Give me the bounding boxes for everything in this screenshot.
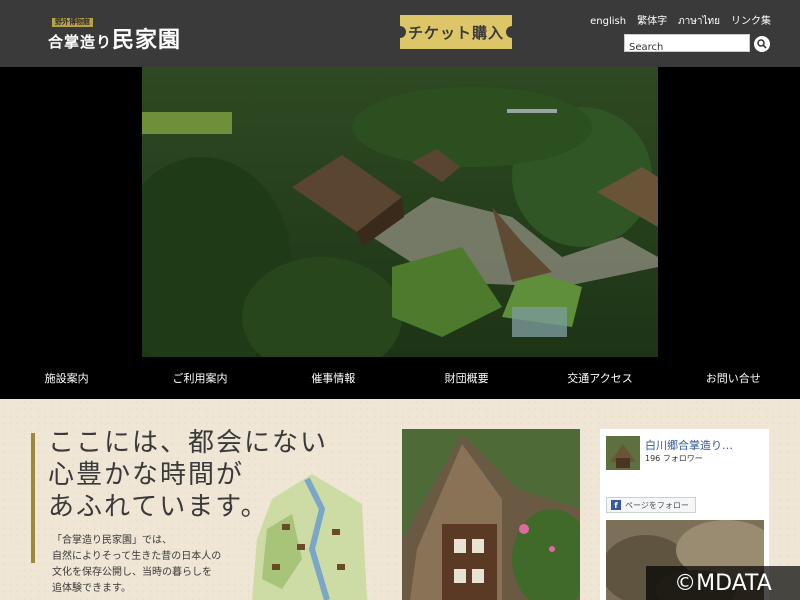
logo-badge: 野外博物館 (52, 18, 93, 27)
illustrated-map (252, 469, 370, 600)
facebook-icon: f (611, 500, 621, 510)
site-header: 野外博物館 合掌造り民家園 チケット購入 english 繁体字 ภาษาไทย… (0, 0, 800, 67)
nav-events[interactable]: 催事情報 (267, 357, 400, 399)
language-links: english 繁体字 ภาษาไทย リンク集 (590, 15, 771, 29)
search-icon (757, 39, 767, 49)
facebook-follow-label: ページをフォロー (625, 500, 689, 510)
nav-contact[interactable]: お問い合せ (667, 357, 800, 399)
links-page-link[interactable]: リンク集 (731, 15, 771, 29)
facebook-page-name[interactable]: 白川郷合掌造り… (645, 437, 733, 453)
facebook-follow-button[interactable]: f ページをフォロー (606, 497, 696, 513)
search-input[interactable] (625, 39, 749, 56)
nav-facility-guide[interactable]: 施設案内 (0, 357, 133, 399)
copyright-watermark: ©MDATA (646, 566, 800, 600)
nav-foundation-overview[interactable]: 財団概要 (400, 357, 533, 399)
facebook-page-avatar[interactable] (606, 436, 640, 470)
thatched-house-image (402, 429, 592, 600)
logo-text: 合掌造り民家園 (48, 27, 182, 53)
lang-english-link[interactable]: english (590, 15, 626, 29)
search-box (624, 34, 750, 56)
intro-body: 「合掌造り民家園」では、 自然によりそって生きた昔の日本人の 文化を保存公開し、… (52, 535, 222, 594)
accent-bar (31, 433, 35, 563)
nav-usage-guide[interactable]: ご利用案内 (133, 357, 266, 399)
lang-traditional-chinese-link[interactable]: 繁体字 (637, 15, 667, 29)
hero-village-photo (142, 67, 658, 357)
nav-access[interactable]: 交通アクセス (533, 357, 666, 399)
site-logo[interactable]: 野外博物館 合掌造り民家園 (48, 16, 193, 52)
ticket-purchase-button[interactable]: チケット購入 (394, 15, 518, 49)
search-button[interactable] (754, 36, 770, 52)
hero-section (0, 67, 800, 357)
main-navigation: 施設案内 ご利用案内 催事情報 財団概要 交通アクセス お問い合せ (0, 357, 800, 399)
facebook-follower-count: 196 フォロワー (645, 454, 703, 463)
lang-thai-link[interactable]: ภาษาไทย (678, 15, 720, 29)
